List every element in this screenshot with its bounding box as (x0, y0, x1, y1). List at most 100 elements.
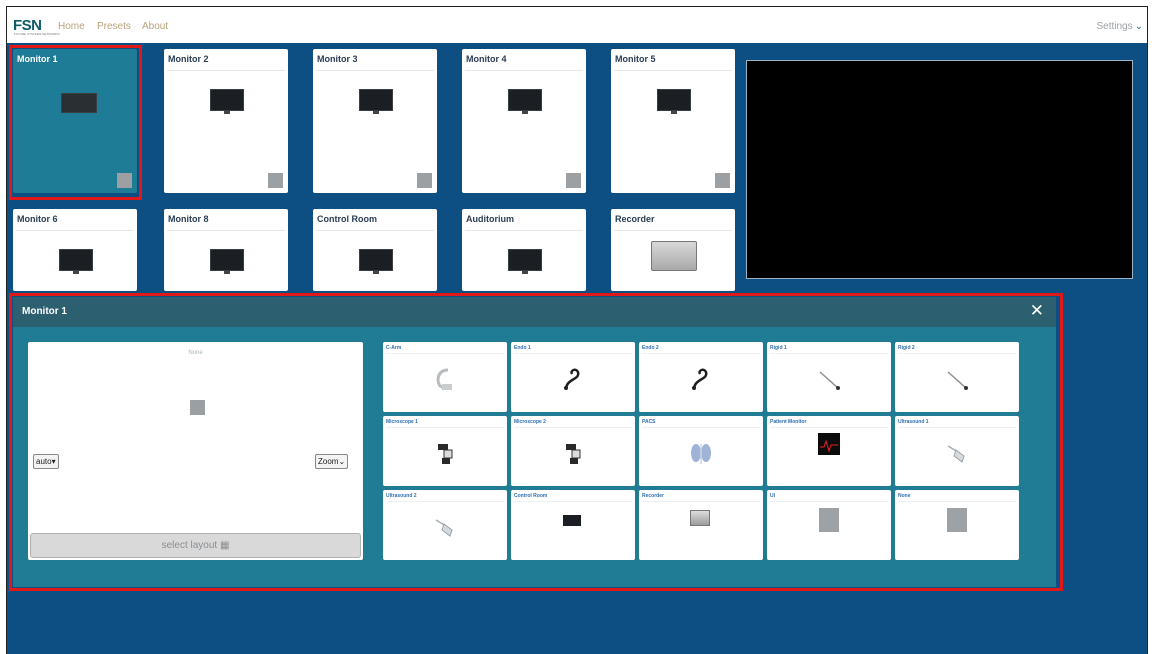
divider (167, 230, 285, 231)
layout-none-label: None (188, 350, 203, 356)
monitor-tile-recorder[interactable]: Recorder (611, 209, 735, 291)
panel-header: Monitor 1 ✕ (13, 297, 1056, 327)
source-tile-ultrasound-1[interactable]: Ultrasound 1 (895, 416, 1019, 486)
source-tile-rigid-1[interactable]: Rigid 1 (767, 342, 891, 412)
microscope-icon (438, 444, 453, 464)
zoom-select[interactable]: Zoom⌄ (315, 454, 349, 469)
monitor-tile-monitor-1[interactable]: Monitor 1 (13, 49, 137, 193)
source-tile-c-arm[interactable]: C-Arm (383, 342, 507, 412)
source-name: None (898, 493, 911, 499)
divider (770, 501, 888, 502)
divider (167, 70, 285, 71)
monitor-tile-monitor-3[interactable]: Monitor 3 (313, 49, 437, 193)
layout-thumbnail[interactable] (268, 173, 283, 188)
source-tile-microscope-1[interactable]: Microscope 1 (383, 416, 507, 486)
divider (16, 230, 134, 231)
source-name: Microscope 2 (514, 419, 546, 425)
monitor-tile-monitor-8[interactable]: Monitor 8 (164, 209, 288, 291)
source-name: Patient Monitor (770, 419, 807, 425)
rigid-scope-icon (947, 371, 968, 390)
source-name: UI (770, 493, 775, 499)
settings-menu[interactable]: Settings ⌄ (1096, 21, 1143, 32)
source-tile-patient-monitor[interactable]: Patient Monitor (767, 416, 891, 486)
ultrasound-icon (435, 519, 453, 537)
monitor-name: Monitor 6 (17, 214, 58, 224)
placeholder-icon (947, 508, 967, 532)
monitor-icon (59, 249, 93, 274)
divider (898, 501, 1016, 502)
nav-home-link[interactable]: Home (58, 21, 85, 32)
source-tile-endo-2[interactable]: Endo 2 (639, 342, 763, 412)
source-tile-ui[interactable]: UI (767, 490, 891, 560)
endoscope-icon (692, 368, 708, 390)
c-arm-icon (436, 368, 452, 390)
monitor-tile-auditorium[interactable]: Auditorium (462, 209, 586, 291)
monitor-name: Monitor 5 (615, 54, 656, 64)
divider (386, 427, 504, 428)
monitor-icon (359, 89, 393, 114)
divider (465, 70, 583, 71)
source-tile-none[interactable]: None (895, 490, 1019, 560)
monitor-name: Control Room (317, 214, 377, 224)
monitor-icon (657, 89, 691, 114)
source-tile-recorder[interactable]: Recorder (639, 490, 763, 560)
source-tile-microscope-2[interactable]: Microscope 2 (511, 416, 635, 486)
patient-monitor-icon (818, 433, 840, 455)
monitor-tile-monitor-5[interactable]: Monitor 5 (611, 49, 735, 193)
divider (316, 70, 434, 71)
monitor-icon (508, 89, 542, 114)
layout-thumbnail[interactable] (417, 173, 432, 188)
panel-title: Monitor 1 (22, 306, 67, 317)
main-area: Monitor 1 Monitor 2 Monitor 3 Monitor 4 … (7, 43, 1147, 654)
monitor-tile-monitor-2[interactable]: Monitor 2 (164, 49, 288, 193)
recorder-icon (651, 241, 697, 271)
close-icon[interactable]: ✕ (1030, 301, 1044, 321)
monitor-name: Recorder (615, 214, 655, 224)
settings-label: Settings (1096, 21, 1133, 32)
monitor-detail-panel: Monitor 1 ✕ None auto▾ Zoom⌄ select layo… (13, 297, 1056, 587)
monitor-tile-control-room[interactable]: Control Room (313, 209, 437, 291)
source-name: Rigid 2 (898, 345, 915, 351)
nav-presets-link[interactable]: Presets (97, 21, 131, 32)
source-tile-pacs[interactable]: PACS (639, 416, 763, 486)
source-name: Rigid 1 (770, 345, 787, 351)
layout-thumbnail[interactable] (117, 173, 132, 188)
monitor-icon (61, 93, 97, 113)
layout-thumbnail[interactable] (715, 173, 730, 188)
auto-select[interactable]: auto▾ (33, 454, 59, 469)
monitor-name: Auditorium (466, 214, 514, 224)
divider (898, 427, 1016, 428)
monitor-tile-monitor-6[interactable]: Monitor 6 (13, 209, 137, 291)
source-name: Control Room (514, 493, 548, 499)
monitor-icon (563, 515, 581, 526)
source-tile-ultrasound-2[interactable]: Ultrasound 2 (383, 490, 507, 560)
layout-preview[interactable]: None auto▾ Zoom⌄ select layout ▦ (28, 342, 363, 560)
divider (16, 70, 134, 71)
select-layout-button[interactable]: select layout ▦ (30, 533, 361, 558)
source-tile-rigid-2[interactable]: Rigid 2 (895, 342, 1019, 412)
monitor-icon (210, 249, 244, 274)
nav-about-link[interactable]: About (142, 21, 168, 32)
endoscope-icon (564, 368, 580, 390)
divider (514, 501, 632, 502)
source-name: Ultrasound 1 (898, 419, 929, 425)
top-navbar: FSN FUTURE SYSTEMS NETWORKS Home Presets… (7, 7, 1147, 43)
divider (316, 230, 434, 231)
divider (642, 427, 760, 428)
layout-thumbnail[interactable] (566, 173, 581, 188)
app-window: FSN FUTURE SYSTEMS NETWORKS Home Presets… (6, 6, 1148, 654)
xray-icon (691, 444, 711, 464)
divider (770, 353, 888, 354)
placeholder-icon (819, 508, 839, 532)
chevron-down-icon: ⌄ (1134, 21, 1143, 32)
monitor-name: Monitor 2 (168, 54, 209, 64)
monitor-icon (508, 249, 542, 274)
monitor-tile-monitor-4[interactable]: Monitor 4 (462, 49, 586, 193)
divider (642, 501, 760, 502)
divider (642, 353, 760, 354)
source-tile-control-room[interactable]: Control Room (511, 490, 635, 560)
source-name: Endo 1 (514, 345, 531, 351)
source-tile-endo-1[interactable]: Endo 1 (511, 342, 635, 412)
microscope-icon (566, 444, 581, 464)
divider (386, 353, 504, 354)
